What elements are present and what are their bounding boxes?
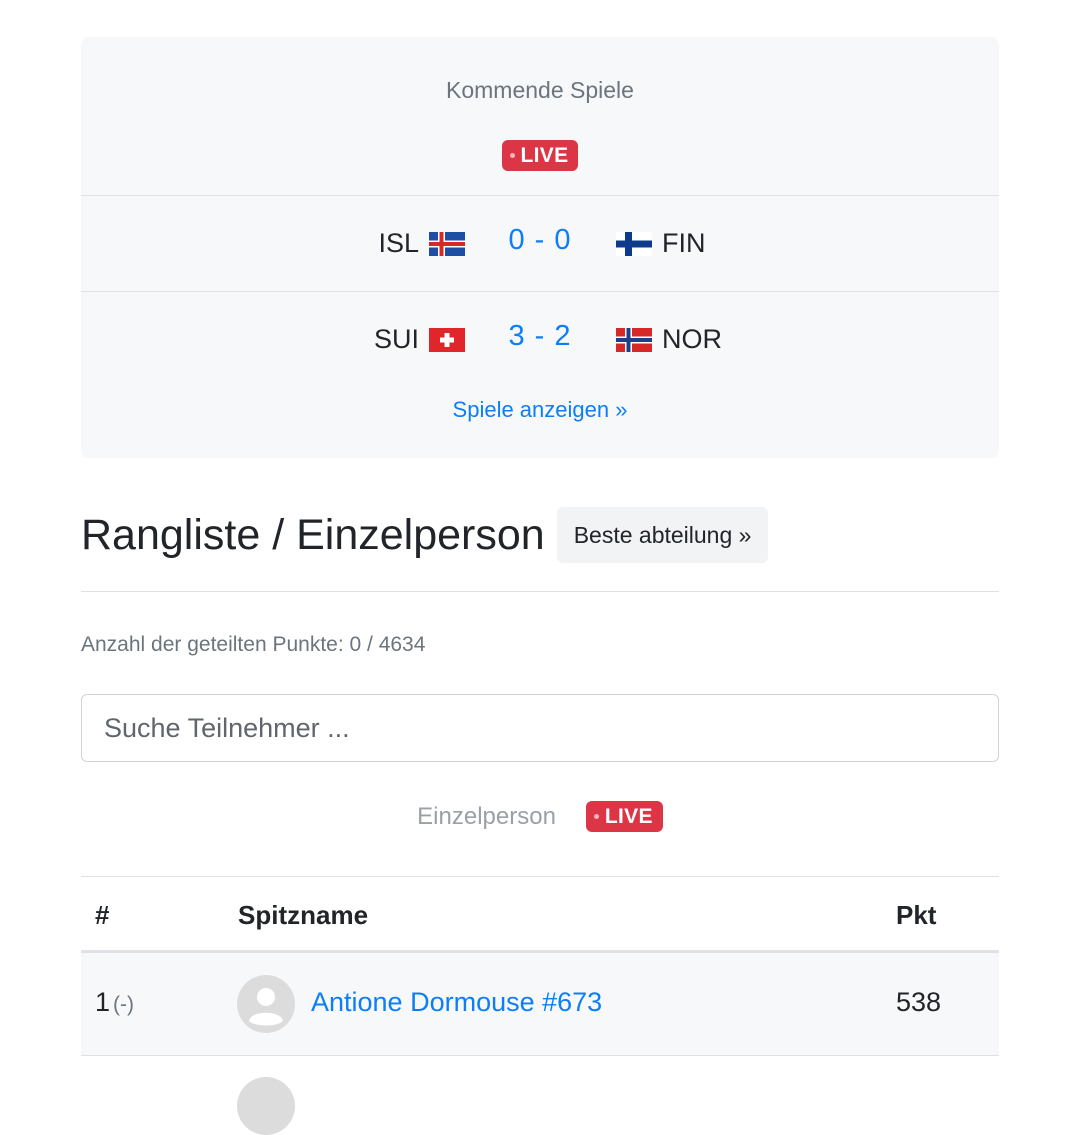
best-department-button[interactable]: Beste abteilung » [556,507,769,563]
away-team: FIN [616,196,706,291]
divider [81,591,999,592]
ranking-tabs: Einzelperson LIVE [81,801,999,832]
table-header: # Spitzname Pkt [81,877,999,953]
game-row[interactable]: ISL 0 - 0 FIN [81,195,999,291]
finland-flag-icon [616,231,652,256]
ranking-table: # Spitzname Pkt 1 (-) Antione Dormouse #6… [81,876,999,1135]
shared-points-text: Anzahl der geteilten Punkte: 0 / 4634 [81,633,426,656]
avatar [237,975,295,1033]
match-score[interactable]: 3 - 2 [81,320,999,353]
live-badge: LIVE [501,140,579,171]
participant-name-link[interactable]: Antione Dormouse #673 [311,987,602,1018]
live-badge-label: LIVE [520,143,569,167]
search-input[interactable] [81,694,999,762]
column-header-points[interactable]: Pkt [896,900,936,931]
away-team-code: NOR [662,324,722,354]
live-dot-icon [593,814,599,819]
rank-value: 1 [95,987,111,1017]
live-badge: LIVE [585,801,663,832]
page-content: Kommende Spiele LIVE ISL 0 - 0 FIN SUI 3… [81,37,999,1135]
match-score[interactable]: 0 - 0 [81,224,999,257]
avatar [237,1077,295,1135]
away-team: NOR [616,292,722,387]
games-live-wrap: LIVE [81,140,999,171]
ranking-header: Rangliste / Einzelperson Beste abteilung… [81,507,769,563]
away-team-code: FIN [662,228,706,258]
live-badge-label: LIVE [604,804,653,828]
table-row[interactable]: 1 (-) Antione Dormouse #673 538 [81,953,999,1056]
rank-delta: (-) [113,993,135,1016]
table-row[interactable] [81,1056,999,1135]
column-header-rank[interactable]: # [95,900,109,931]
tab-einzelperson[interactable]: Einzelperson [417,803,556,831]
column-header-name[interactable]: Spitzname [238,900,368,931]
live-dot-icon [509,153,515,158]
norway-flag-icon [616,327,652,352]
rank-cell: 1 (-) [95,987,134,1018]
points-cell: 538 [896,987,942,1017]
show-games-link[interactable]: Spiele anzeigen » [81,397,999,423]
page-title: Rangliste / Einzelperson [81,510,545,559]
game-row[interactable]: SUI 3 - 2 NOR [81,291,999,387]
upcoming-games-title: Kommende Spiele [446,77,634,103]
upcoming-games-card: Kommende Spiele LIVE ISL 0 - 0 FIN SUI 3… [81,37,999,458]
